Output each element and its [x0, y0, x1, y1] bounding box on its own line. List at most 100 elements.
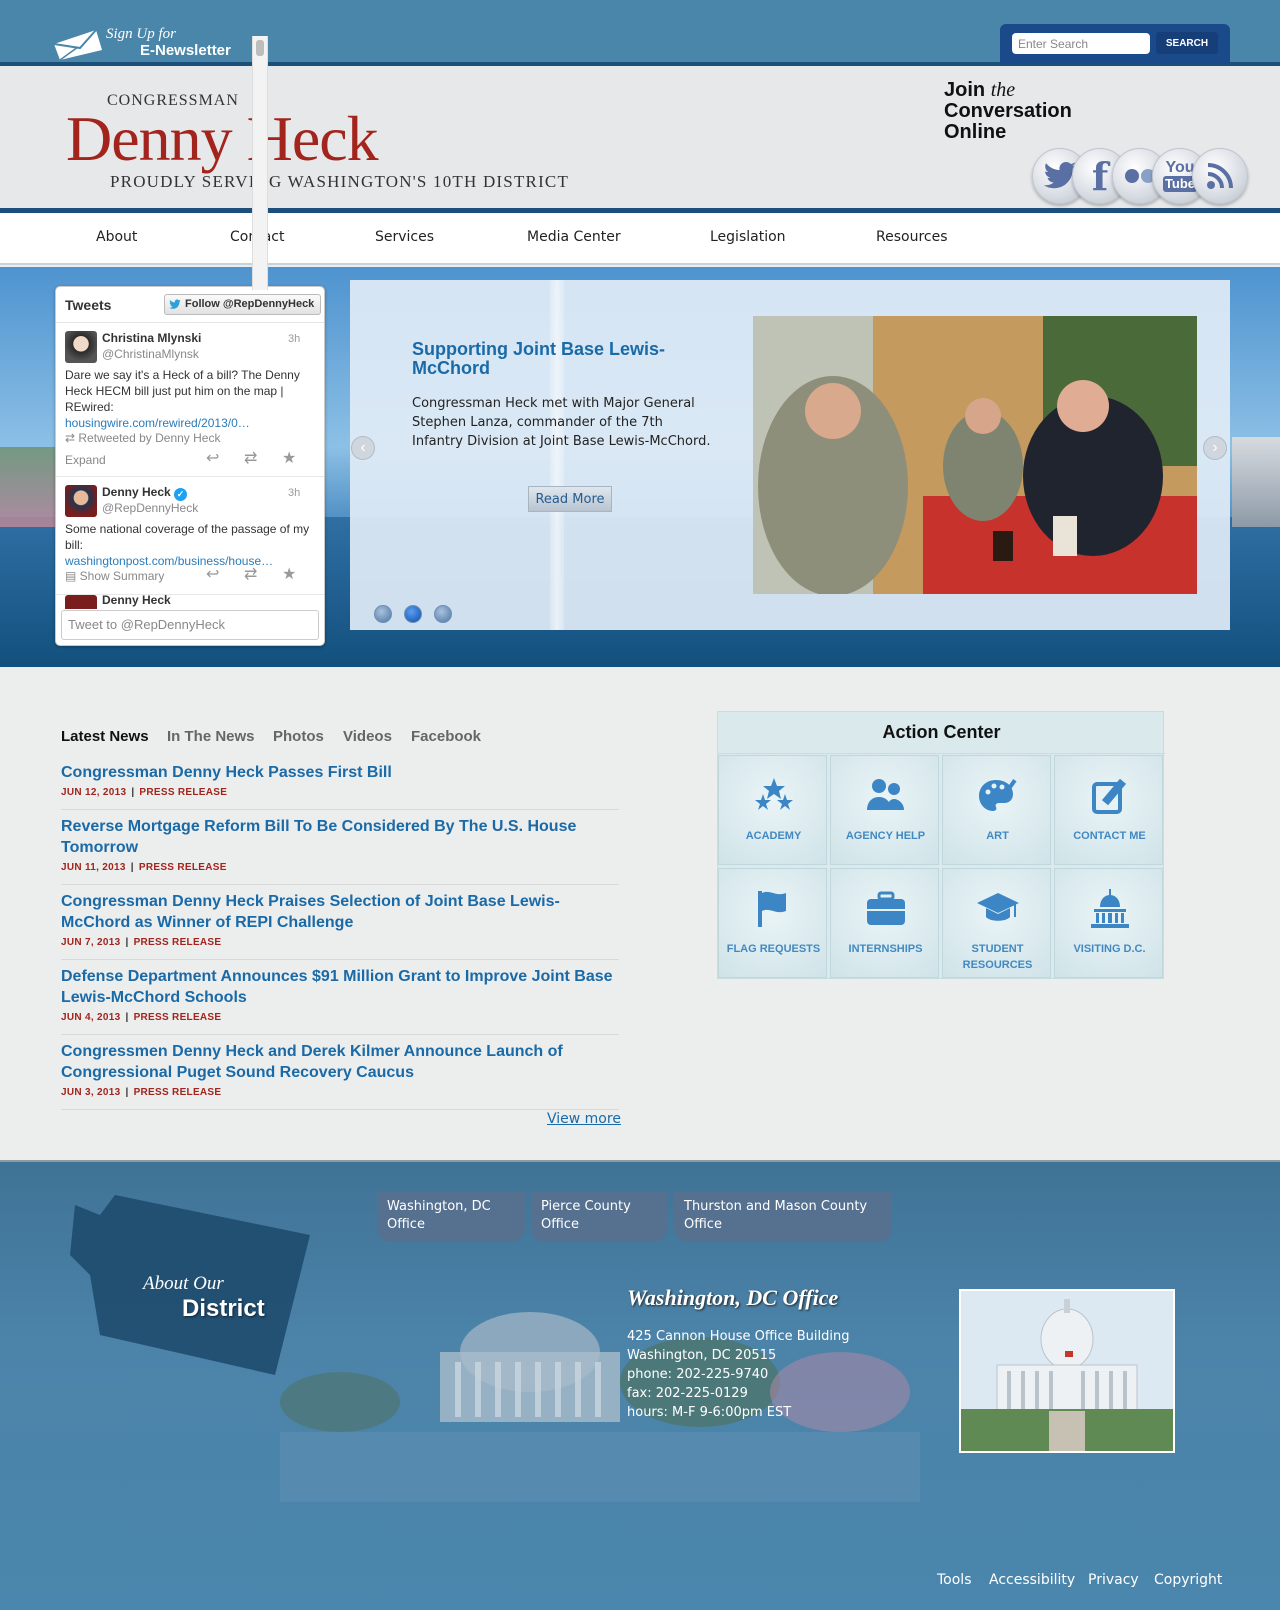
- slider-dot-3[interactable]: [434, 605, 452, 623]
- rss-icon[interactable]: [1192, 148, 1248, 204]
- reply-icon[interactable]: ↩: [206, 451, 219, 467]
- monument-silhouette: [550, 280, 564, 630]
- action-center-title: Action Center: [718, 712, 1165, 754]
- tab-in-the-news[interactable]: In The News: [167, 728, 255, 745]
- action-tile-agency-help[interactable]: AGENCY HELP: [830, 755, 939, 865]
- news-title[interactable]: Congressmen Denny Heck and Derek Kilmer …: [61, 1041, 619, 1083]
- tweet-item[interactable]: Denny Heck ✓ @RepDennyHeck 3h Some natio…: [56, 477, 324, 595]
- newsletter-line1: Sign Up for: [106, 26, 177, 42]
- favorite-icon[interactable]: ★: [282, 567, 296, 583]
- scrollbar-thumb[interactable]: [256, 40, 264, 56]
- newsletter-signup-link[interactable]: Sign Up for E-Newsletter: [52, 24, 242, 64]
- news-meta: JUN 4, 2013 | PRESS RELEASE: [61, 1012, 222, 1023]
- join-conversation: Join the Conversation Online: [944, 80, 1072, 143]
- tweet-compose-input[interactable]: Tweet to @RepDennyHeck: [61, 610, 319, 640]
- tweet-link[interactable]: washingtonpost.com/business/house…: [65, 554, 273, 568]
- slider-dot-1[interactable]: [374, 605, 392, 623]
- slider-next-button[interactable]: ›: [1203, 436, 1227, 460]
- scrollbar[interactable]: [252, 36, 268, 290]
- main-nav: About Contact Services Media Center Legi…: [0, 213, 1280, 265]
- slide-photo[interactable]: [753, 316, 1197, 594]
- tweet-actions: ↩ ⇄ ★: [206, 451, 316, 467]
- retweet-label: ⇄ Retweeted by Denny Heck: [65, 431, 221, 445]
- favorite-icon[interactable]: ★: [282, 451, 296, 467]
- nav-services[interactable]: Services: [375, 229, 434, 245]
- footer-link-tools[interactable]: Tools: [937, 1572, 972, 1588]
- news-title[interactable]: Defense Department Announces $91 Million…: [61, 966, 619, 1008]
- action-tile-flag-requests[interactable]: FLAG REQUESTS: [718, 868, 827, 978]
- search-button[interactable]: SEARCH: [1156, 32, 1218, 54]
- action-center: Action Center ACADEMY AGENCY HELP ART CO…: [717, 711, 1165, 979]
- hero-building-right: [1232, 437, 1280, 527]
- slider-prev-button[interactable]: ‹: [351, 436, 375, 460]
- tweet-time[interactable]: 3h: [288, 487, 300, 499]
- tweet-show-summary[interactable]: ▤ Show Summary: [65, 569, 164, 583]
- nav-media-center[interactable]: Media Center: [527, 229, 621, 245]
- capitol-photo: [959, 1289, 1175, 1453]
- tweet-item[interactable]: Christina Mlynski @ChristinaMlynsk 3h Da…: [56, 323, 324, 477]
- office-city: Washington, DC 20515: [627, 1348, 777, 1363]
- avatar[interactable]: [65, 485, 97, 517]
- news-item: Congressmen Denny Heck and Derek Kilmer …: [61, 1041, 619, 1110]
- news-meta: JUN 7, 2013 | PRESS RELEASE: [61, 937, 222, 948]
- hero-trees-left: [0, 447, 55, 527]
- action-tile-student-resources[interactable]: STUDENT RESOURCES: [942, 868, 1051, 978]
- tweet-link[interactable]: housingwire.com/rewired/2013/0…: [65, 416, 250, 430]
- tweets-header: Tweets Follow @RepDennyHeck: [56, 287, 324, 323]
- tweet-handle[interactable]: @ChristinaMlynsk: [102, 347, 199, 361]
- news-title[interactable]: Congressman Denny Heck Praises Selection…: [61, 891, 619, 933]
- follow-label: Follow @RepDennyHeck: [185, 298, 315, 310]
- join-the: the: [990, 79, 1016, 101]
- edit-icon: [1092, 778, 1127, 814]
- footer-link-accessibility[interactable]: Accessibility: [989, 1572, 1075, 1588]
- tweet-actions: ↩ ⇄ ★: [206, 567, 316, 583]
- envelope-icon: [53, 29, 102, 61]
- footer-link-privacy[interactable]: Privacy: [1088, 1572, 1139, 1588]
- district-line2: District: [182, 1295, 265, 1322]
- news-title[interactable]: Reverse Mortgage Reform Bill To Be Consi…: [61, 816, 619, 858]
- avatar[interactable]: [65, 595, 97, 609]
- action-tile-academy[interactable]: ACADEMY: [718, 755, 827, 865]
- tab-facebook[interactable]: Facebook: [411, 728, 481, 745]
- retweet-icon[interactable]: ⇄: [244, 567, 257, 583]
- reply-icon[interactable]: ↩: [206, 567, 219, 583]
- nav-about[interactable]: About: [96, 229, 137, 245]
- tweet-author[interactable]: Denny Heck: [102, 595, 171, 607]
- join-line2: Conversation: [944, 100, 1072, 122]
- news-item: Reverse Mortgage Reform Bill To Be Consi…: [61, 816, 619, 885]
- news-item: Congressman Denny Heck Passes First Bill…: [61, 762, 619, 810]
- briefcase-icon: [867, 891, 905, 925]
- action-tile-visiting-dc[interactable]: VISITING D.C.: [1054, 868, 1163, 978]
- tweet-author[interactable]: Christina Mlynski: [102, 331, 201, 345]
- about-district-link[interactable]: About Our District: [70, 1195, 315, 1375]
- news-title[interactable]: Congressman Denny Heck Passes First Bill: [61, 762, 619, 783]
- tweet-time[interactable]: 3h: [288, 333, 300, 345]
- action-tile-art[interactable]: ART: [942, 755, 1051, 865]
- news-meta: JUN 12, 2013 | PRESS RELEASE: [61, 787, 228, 798]
- action-tile-internships[interactable]: INTERNSHIPS: [830, 868, 939, 978]
- slider-dot-2[interactable]: [404, 605, 422, 623]
- search-input[interactable]: [1012, 33, 1150, 54]
- tab-latest-news[interactable]: Latest News: [61, 728, 149, 745]
- tweet-handle[interactable]: @RepDennyHeck: [102, 501, 198, 515]
- tweet-expand[interactable]: Expand: [65, 453, 106, 467]
- nav-legislation[interactable]: Legislation: [710, 229, 786, 245]
- logo-name[interactable]: Denny Heck: [66, 102, 379, 176]
- footer-link-copyright[interactable]: Copyright: [1154, 1572, 1222, 1588]
- tab-pierce-county-office[interactable]: Pierce County Office: [531, 1192, 667, 1242]
- tweet-item[interactable]: Denny Heck: [56, 595, 324, 609]
- tab-washington-dc-office[interactable]: Washington, DC Office: [377, 1192, 525, 1242]
- read-more-button[interactable]: Read More: [528, 486, 612, 512]
- tweet-author[interactable]: Denny Heck ✓: [102, 485, 188, 501]
- slide-title[interactable]: Supporting Joint Base Lewis-McChord: [412, 340, 692, 378]
- tab-thurston-mason-office[interactable]: Thurston and Mason County Office: [674, 1192, 892, 1242]
- avatar[interactable]: [65, 331, 97, 363]
- follow-button[interactable]: Follow @RepDennyHeck: [164, 294, 322, 315]
- nav-resources[interactable]: Resources: [876, 229, 948, 245]
- action-tile-contact-me[interactable]: CONTACT ME: [1054, 755, 1163, 865]
- tab-photos[interactable]: Photos: [273, 728, 324, 745]
- tab-videos[interactable]: Videos: [343, 728, 392, 745]
- retweet-icon[interactable]: ⇄: [244, 451, 257, 467]
- view-more-link[interactable]: View more: [547, 1111, 621, 1127]
- search-box: SEARCH: [1000, 24, 1230, 64]
